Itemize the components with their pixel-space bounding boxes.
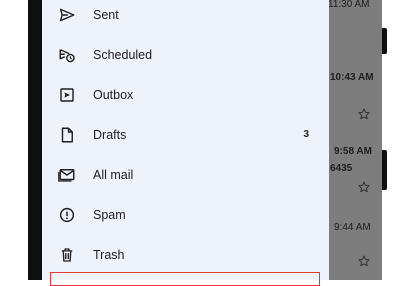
drawer-item-all-mail[interactable]: All mail <box>42 155 329 195</box>
navigation-drawer: Sent Scheduled Outbox Drafts 3 All mail … <box>42 0 329 280</box>
drafts-count: 3 <box>303 129 309 140</box>
draft-icon <box>58 126 76 144</box>
send-icon <box>58 6 76 24</box>
mail-snippet: 6435 <box>330 163 353 174</box>
selection-highlight <box>50 272 320 286</box>
trash-icon <box>58 246 76 264</box>
mail-time: 11:30 AM <box>328 0 370 10</box>
phone-side-button <box>382 150 387 190</box>
scheduled-send-icon <box>58 46 76 64</box>
drawer-item-scheduled[interactable]: Scheduled <box>42 35 329 75</box>
drawer-item-label: Sent <box>93 8 119 22</box>
all-mail-icon <box>58 166 76 184</box>
drawer-item-sent[interactable]: Sent <box>42 0 329 35</box>
star-icon[interactable] <box>357 254 371 268</box>
mail-time: 9:58 AM <box>334 146 372 157</box>
drawer-item-label: Outbox <box>93 88 134 102</box>
mail-time: 10:43 AM <box>330 72 374 83</box>
star-icon[interactable] <box>357 180 371 194</box>
drawer-item-label: Spam <box>93 208 126 222</box>
drawer-item-outbox[interactable]: Outbox <box>42 75 329 115</box>
drawer-item-label: Trash <box>93 248 125 262</box>
phone-side-button <box>382 28 387 54</box>
mail-time: 9:44 AM <box>334 222 371 233</box>
drawer-item-label: Scheduled <box>93 48 153 62</box>
star-icon[interactable] <box>357 107 371 121</box>
outbox-icon <box>58 86 76 104</box>
drawer-item-label: Drafts <box>93 128 127 142</box>
spam-icon <box>58 206 76 224</box>
drawer-item-trash[interactable]: Trash <box>42 235 329 275</box>
drawer-item-drafts[interactable]: Drafts 3 <box>42 115 329 155</box>
drawer-item-spam[interactable]: Spam <box>42 195 329 235</box>
drawer-item-label: All mail <box>93 168 134 182</box>
